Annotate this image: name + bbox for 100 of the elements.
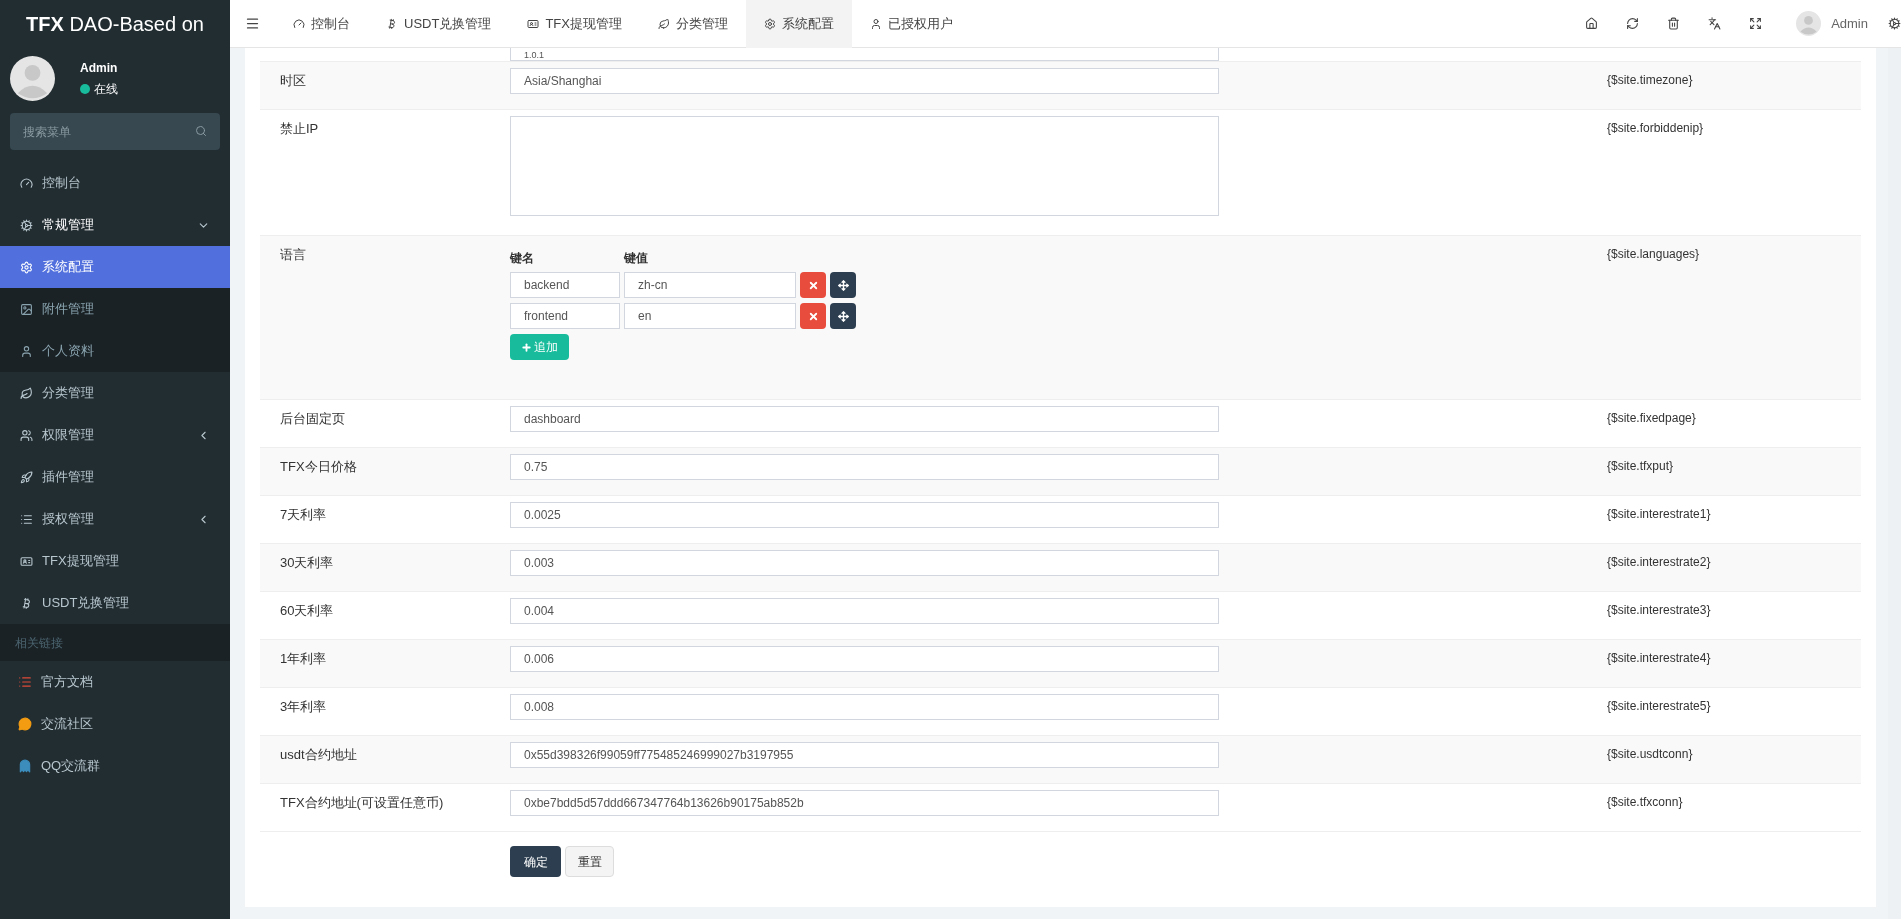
field-label: 30天利率 bbox=[279, 554, 335, 572]
text-field[interactable]: 0xbe7bdd5d57ddd667347764b13626b90175ab852b bbox=[510, 790, 1219, 816]
text-field[interactable]: backend bbox=[510, 272, 620, 298]
nav-tab[interactable]: USDT兑换管理 bbox=[368, 0, 510, 48]
gears-icon[interactable] bbox=[1888, 17, 1901, 30]
user-icon bbox=[20, 344, 33, 358]
field-label: 7天利率 bbox=[279, 506, 328, 524]
config-key: {$site.usdtconn} bbox=[1607, 742, 1693, 783]
move-button[interactable] bbox=[830, 303, 856, 329]
home-icon bbox=[1585, 17, 1599, 30]
sidebar-link[interactable]: 官方文档 bbox=[0, 661, 230, 703]
text-field[interactable]: 0.0025 bbox=[510, 502, 1219, 528]
bitcoin-icon bbox=[20, 596, 33, 610]
config-key: {$site.interestrate3} bbox=[1607, 598, 1711, 639]
nav-tab[interactable]: 分类管理 bbox=[639, 0, 746, 48]
menu-icon bbox=[245, 16, 260, 31]
config-key: {$site.interestrate2} bbox=[1607, 550, 1711, 591]
sidebar-item[interactable]: 授权管理 bbox=[0, 498, 230, 540]
field-label: 3年利率 bbox=[279, 698, 328, 716]
sidebar-item[interactable]: TFX提现管理 bbox=[0, 540, 230, 582]
image-icon bbox=[20, 302, 33, 316]
config-key: {$site.languages} bbox=[1607, 242, 1700, 399]
id-card-icon bbox=[20, 554, 33, 568]
field-label: 1年利率 bbox=[279, 650, 328, 668]
reset-button[interactable]: 重置 bbox=[565, 846, 614, 877]
nav-tab[interactable]: 系统配置 bbox=[745, 0, 852, 48]
sidebar-item[interactable]: 附件管理 bbox=[0, 288, 230, 330]
leaf-icon bbox=[20, 386, 33, 400]
gear-icon bbox=[20, 260, 33, 274]
nav-tab[interactable]: 已授权用户 bbox=[851, 0, 971, 48]
text-field[interactable]: 1.0.1 bbox=[510, 48, 1219, 61]
close-icon bbox=[807, 279, 819, 291]
text-field[interactable]: dashboard bbox=[510, 406, 1219, 432]
move-icon bbox=[837, 310, 849, 322]
config-key: {$site.tfxput} bbox=[1607, 454, 1674, 495]
sidebar-item[interactable]: 个人资料 bbox=[0, 330, 230, 372]
config-key: {$site.fixedpage} bbox=[1607, 406, 1696, 447]
user-avatar bbox=[10, 56, 55, 101]
chat-bubble-icon bbox=[18, 717, 32, 731]
gear-icon bbox=[763, 17, 776, 30]
sidebar-link[interactable]: QQ交流群 bbox=[0, 745, 230, 787]
plus-icon bbox=[521, 341, 532, 353]
text-field[interactable]: 0.75 bbox=[510, 454, 1219, 480]
dashboard-icon bbox=[20, 176, 33, 190]
confirm-button[interactable]: 确定 bbox=[510, 846, 561, 877]
text-field[interactable]: 0x55d398326f99059ff775485246999027b3197955 bbox=[510, 742, 1219, 768]
user-status: 在线 bbox=[94, 81, 118, 98]
sidebar-link[interactable]: 交流社区 bbox=[0, 703, 230, 745]
sidebar-item[interactable]: 插件管理 bbox=[0, 456, 230, 498]
brand-logo[interactable]: TFX DAO-Based on bbox=[26, 9, 204, 39]
text-field[interactable]: zh-cn bbox=[624, 272, 796, 298]
text-field[interactable]: en bbox=[624, 303, 796, 329]
field-label: TFX今日价格 bbox=[279, 458, 358, 476]
leaf-icon bbox=[657, 17, 670, 30]
text-field[interactable]: frontend bbox=[510, 303, 620, 329]
field-label: 60天利率 bbox=[279, 602, 335, 620]
sidebar-item[interactable]: 系统配置 bbox=[0, 246, 230, 288]
text-field[interactable]: Asia/Shanghai bbox=[510, 68, 1219, 94]
dashboard-icon bbox=[293, 17, 305, 30]
nav-tab[interactable]: 控制台 bbox=[275, 0, 368, 48]
field-label: 语言 bbox=[279, 246, 307, 264]
field-label: 后台固定页 bbox=[279, 410, 346, 428]
move-button[interactable] bbox=[830, 272, 856, 298]
id-card-icon bbox=[527, 17, 540, 30]
config-key: {$site.interestrate4} bbox=[1607, 646, 1711, 687]
config-key: {$site.interestrate5} bbox=[1607, 694, 1711, 735]
user-name: Admin bbox=[80, 60, 118, 77]
delete-button[interactable] bbox=[800, 303, 826, 329]
user-avatar bbox=[1796, 11, 1822, 36]
search-icon bbox=[195, 125, 207, 137]
config-key: {$site.tfxconn} bbox=[1607, 790, 1683, 831]
nav-tab[interactable]: TFX提现管理 bbox=[509, 0, 640, 48]
field-label: 禁止IP bbox=[279, 120, 320, 138]
config-key: {$site.timezone} bbox=[1607, 68, 1693, 109]
delete-button[interactable] bbox=[800, 272, 826, 298]
search-field[interactable]: 搜索菜单 bbox=[10, 113, 220, 150]
text-field[interactable]: 0.006 bbox=[510, 646, 1219, 672]
list-icon bbox=[20, 512, 33, 526]
user-icon bbox=[869, 17, 882, 30]
sidebar-item[interactable]: 分类管理 bbox=[0, 372, 230, 414]
sidebar-item[interactable]: 常规管理 bbox=[0, 204, 230, 246]
fullscreen-icon bbox=[1749, 17, 1763, 30]
sidebar-item[interactable]: 控制台 bbox=[0, 162, 230, 204]
refresh-icon bbox=[1626, 17, 1640, 30]
config-key: {$site.forbiddenip} bbox=[1607, 116, 1704, 235]
section-header: 相关链接 bbox=[15, 634, 63, 652]
gears-icon bbox=[20, 218, 33, 232]
text-field[interactable]: 0.003 bbox=[510, 550, 1219, 576]
text-field[interactable]: 0.004 bbox=[510, 598, 1219, 624]
field-label: usdt合约地址 bbox=[279, 746, 358, 764]
sidebar-item[interactable]: 权限管理 bbox=[0, 414, 230, 456]
field-label: 时区 bbox=[279, 72, 307, 90]
move-icon bbox=[837, 279, 849, 291]
list-icon bbox=[18, 675, 32, 689]
users-icon bbox=[20, 428, 33, 442]
user-menu[interactable]: Admin bbox=[1831, 13, 1868, 34]
config-key: {$site.interestrate1} bbox=[1607, 502, 1711, 543]
field-label: TFX合约地址(可设置任意币) bbox=[279, 794, 445, 812]
text-field[interactable]: 0.008 bbox=[510, 694, 1219, 720]
sidebar-item[interactable]: USDT兑换管理 bbox=[0, 582, 230, 624]
